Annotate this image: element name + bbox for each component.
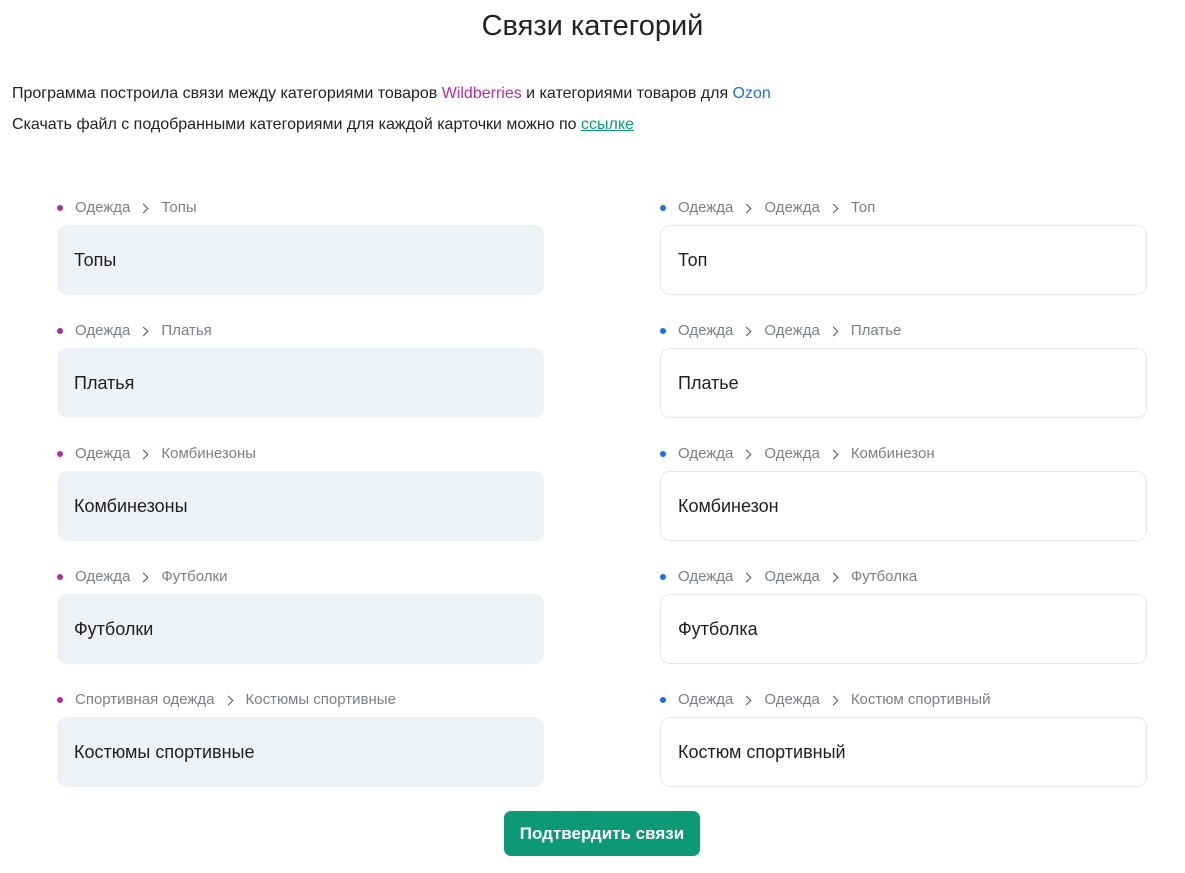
chevron-right-icon: [138, 449, 149, 459]
breadcrumb-segment: Спортивная одежда: [75, 691, 215, 708]
chevron-right-icon: [138, 326, 149, 336]
breadcrumb-segment: Одежда: [678, 691, 734, 708]
chevron-right-icon: [828, 449, 839, 459]
marketplace-dot-icon: [57, 205, 63, 211]
marketplace-dot-icon: [57, 451, 63, 457]
breadcrumb-segment: Одежда: [678, 322, 734, 339]
chevron-right-icon: [741, 203, 752, 213]
breadcrumb-segment: Комбинезоны: [161, 445, 257, 462]
marketplace-dot-icon: [57, 328, 63, 334]
marketplace-dot-icon: [660, 574, 666, 580]
ozon-breadcrumb: Одежда Одежда Платье: [660, 322, 901, 340]
category-pair-row: Одежда Платья Одежда Одежда Платье Платья Плат…: [0, 322, 1185, 432]
ozon-category-select[interactable]: Костюм спортивный: [660, 717, 1147, 787]
chevron-right-icon: [223, 695, 233, 705]
chevron-right-icon: [138, 572, 149, 582]
breadcrumb-segment: Одежда: [75, 322, 131, 339]
chevron-right-icon: [828, 695, 839, 705]
intro-text: Программа построила связи между категори…: [12, 85, 442, 102]
ozon-breadcrumb: Одежда Одежда Футболка: [660, 568, 917, 586]
chevron-right-icon: [741, 572, 752, 582]
ozon-category-select[interactable]: Комбинезон: [660, 471, 1147, 541]
chevron-right-icon: [741, 695, 752, 705]
intro-text: и категориями товаров для: [521, 85, 733, 102]
breadcrumb-segment: Костюмы спортивные: [245, 691, 396, 708]
chevron-right-icon: [828, 326, 839, 336]
wildberries-breadcrumb: Одежда Топы: [57, 199, 197, 217]
ozon-category-select[interactable]: Топ: [660, 225, 1147, 295]
breadcrumb-segment: Одежда: [75, 445, 131, 462]
wildberries-breadcrumb: Одежда Футболки: [57, 568, 227, 586]
category-pair-row: Одежда Футболки Одежда Одежда Футболка Футбол…: [0, 568, 1185, 678]
marketplace-dot-icon: [660, 451, 666, 457]
wildberries-label: Wildberries: [441, 85, 522, 102]
wildberries-breadcrumb: Одежда Платья: [57, 322, 212, 340]
category-links-page: Связи категорий Программа построила связ…: [0, 0, 1185, 873]
ozon-breadcrumb: Одежда Одежда Комбинезон: [660, 445, 935, 463]
wildberries-category-field: Комбинезоны: [57, 471, 544, 541]
breadcrumb-segment: Топ: [850, 199, 876, 216]
page-title: Связи категорий: [481, 10, 704, 42]
ozon-label: Ozon: [732, 85, 771, 102]
ozon-category-select[interactable]: Платье: [660, 348, 1147, 418]
breadcrumb-segment: Одежда: [678, 199, 734, 216]
wildberries-category-field: Футболки: [57, 594, 544, 664]
intro-line-1: Программа построила связи между категори…: [12, 84, 771, 104]
breadcrumb-segment: Топы: [161, 199, 197, 216]
breadcrumb-segment: Одежда: [75, 199, 131, 216]
breadcrumb-segment: Футболка: [850, 568, 918, 585]
breadcrumb-segment: Костюм спортивный: [850, 691, 991, 708]
marketplace-dot-icon: [660, 328, 666, 334]
wildberries-category-field: Костюмы спортивные: [57, 717, 544, 787]
category-pair-row: Одежда Комбинезоны Одежда Одежда Комбинезон К…: [0, 445, 1185, 555]
intro-line-2: Скачать файл с подобранными категориями …: [12, 115, 634, 135]
ozon-category-select[interactable]: Футболка: [660, 594, 1147, 664]
intro-text: Скачать файл с подобранными категориями …: [12, 116, 582, 133]
category-pair-row: Спортивная одежда Костюмы спортивные Одежд…: [0, 691, 1185, 801]
chevron-right-icon: [741, 326, 752, 336]
marketplace-dot-icon: [660, 205, 666, 211]
breadcrumb-segment: Одежда: [75, 568, 131, 585]
category-pair-row: Одежда Топы Одежда Одежда Топ Топы Топ: [0, 199, 1185, 309]
ozon-breadcrumb: Одежда Одежда Костюм спортивный: [660, 691, 990, 709]
breadcrumb-segment: Одежда: [678, 568, 734, 585]
marketplace-dot-icon: [57, 574, 63, 580]
breadcrumb-segment: Одежда: [764, 691, 820, 708]
chevron-right-icon: [138, 203, 149, 213]
wildberries-category-field: Топы: [57, 225, 544, 295]
wildberries-category-field: Платья: [57, 348, 544, 418]
wildberries-breadcrumb: Одежда Комбинезоны: [57, 445, 256, 463]
breadcrumb-segment: Футболки: [161, 568, 228, 585]
breadcrumb-segment: Одежда: [764, 199, 820, 216]
marketplace-dot-icon: [660, 697, 666, 703]
breadcrumb-segment: Комбинезон: [850, 445, 935, 462]
wildberries-breadcrumb: Спортивная одежда Костюмы спортивные: [57, 691, 396, 709]
chevron-right-icon: [828, 203, 839, 213]
confirm-links-button[interactable]: Подтвердить связи: [504, 811, 700, 856]
breadcrumb-segment: Одежда: [764, 445, 820, 462]
breadcrumb-segment: Одежда: [678, 445, 734, 462]
chevron-right-icon: [741, 449, 752, 459]
ozon-breadcrumb: Одежда Одежда Топ: [660, 199, 875, 217]
breadcrumb-segment: Платье: [850, 322, 902, 339]
chevron-right-icon: [828, 572, 839, 582]
breadcrumb-segment: Одежда: [764, 568, 820, 585]
breadcrumb-segment: Платья: [161, 322, 212, 339]
marketplace-dot-icon: [57, 697, 63, 703]
download-link[interactable]: ссылке: [581, 116, 634, 133]
breadcrumb-segment: Одежда: [764, 322, 820, 339]
